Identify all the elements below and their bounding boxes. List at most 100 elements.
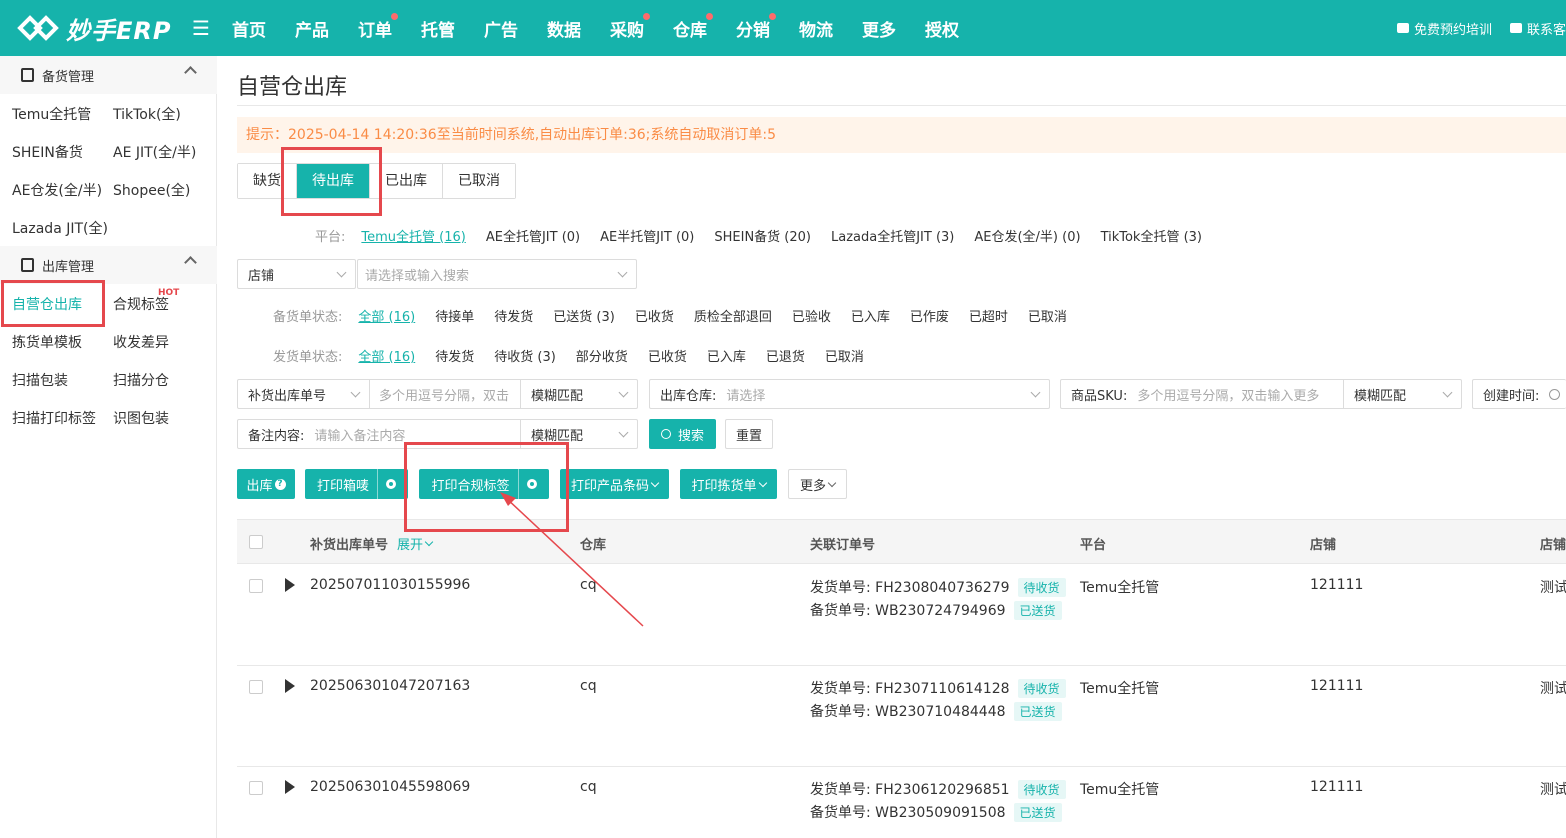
ship-order-link[interactable]: FH2308040736279 xyxy=(875,580,1009,596)
ship-status-option[interactable]: 待发货 xyxy=(435,346,474,365)
platform-option[interactable]: Lazada全托管JIT (3) xyxy=(831,226,954,245)
stock-status-option[interactable]: 已送货 (3) xyxy=(553,306,615,325)
ship-status-option[interactable]: 待收货 (3) xyxy=(494,346,556,365)
platform-option[interactable]: AE仓发(全/半) (0) xyxy=(974,226,1080,245)
chevron-down-icon xyxy=(350,387,361,397)
sidebar-item-scan-pack[interactable]: 扫描包装 xyxy=(12,370,68,390)
order-no-type-select[interactable]: 补货出库单号 xyxy=(238,380,369,408)
sidebar-group-stock[interactable]: 备货管理 xyxy=(0,56,217,94)
nav-item-more[interactable]: 更多 xyxy=(862,16,896,41)
top-bar: 妙手ERP ☰ 首页 产品 订单 托管 广告 数据 采购 仓库 分销 物流 更多… xyxy=(0,0,1566,56)
nav-item-home[interactable]: 首页 xyxy=(232,16,266,41)
platform-option[interactable]: SHEIN备货 (20) xyxy=(714,226,811,245)
stock-status-option[interactable]: 已超时 xyxy=(969,306,1008,325)
row-checkbox[interactable] xyxy=(249,680,263,694)
sidebar-item-image-pack[interactable]: 识图包装 xyxy=(113,408,169,428)
ship-order-link[interactable]: FH2306120296851 xyxy=(875,782,1009,798)
nav-item-purchase[interactable]: 采购 xyxy=(610,12,650,41)
nav-item-warehouse[interactable]: 仓库 xyxy=(673,12,713,41)
stock-status-option[interactable]: 已收货 xyxy=(635,306,674,325)
table-row[interactable]: 202506301045598069 cq 发货单号: FH2306120296… xyxy=(237,767,1566,838)
stock-status-option[interactable]: 待发货 xyxy=(494,306,533,325)
nav-item-authorize[interactable]: 授权 xyxy=(925,16,959,41)
chevron-down-icon xyxy=(618,427,629,437)
match-mode-select[interactable]: 模糊匹配 xyxy=(521,380,637,408)
sidebar-item-pick-template[interactable]: 拣货单模板 xyxy=(12,332,82,352)
nav-item-data[interactable]: 数据 xyxy=(547,16,581,41)
ship-status-option[interactable]: 全部 (16) xyxy=(358,346,415,365)
sidebar-item-ae-jit[interactable]: AE JIT(全/半) xyxy=(113,142,196,162)
stock-status-option[interactable]: 全部 (16) xyxy=(358,306,415,325)
sidebar-item-scan-print[interactable]: 扫描打印标签 xyxy=(12,408,96,428)
platform-option[interactable]: TikTok全托管 (3) xyxy=(1101,226,1202,245)
sku-match-select[interactable]: 模糊匹配 xyxy=(1344,380,1461,408)
sidebar-item-ae-warehouse[interactable]: AE仓发(全/半) xyxy=(12,180,102,200)
sidebar-item-lazada[interactable]: Lazada JIT(全) xyxy=(12,218,108,238)
training-link[interactable]: 免费预约培训 xyxy=(1396,19,1492,38)
tab-cancelled[interactable]: 已取消 xyxy=(443,164,515,198)
stock-status-option[interactable]: 已取消 xyxy=(1028,306,1067,325)
stock-status-option[interactable]: 待接单 xyxy=(435,306,474,325)
sku-input[interactable]: 商品SKU: 多个用逗号分隔，双击输入更多 xyxy=(1061,380,1343,408)
gear-icon[interactable] xyxy=(386,479,396,489)
stock-status-filter: 备货单状态: 全部 (16) 待接单 待发货 已送货 (3) 已收货 质检全部退… xyxy=(273,306,1087,325)
expand-toggle[interactable]: 展开 xyxy=(397,534,434,553)
expand-row-icon[interactable] xyxy=(285,578,295,592)
more-actions-button[interactable]: 更多 xyxy=(788,469,847,499)
ship-status-option[interactable]: 已收货 xyxy=(648,346,687,365)
table-row[interactable]: 202506301047207163 cq 发货单号: FH2307110614… xyxy=(237,666,1566,767)
sidebar-item-tiktok[interactable]: TikTok(全) xyxy=(113,104,181,124)
sidebar-item-temu[interactable]: Temu全托管 xyxy=(12,104,91,124)
table-row[interactable]: 202507011030155996 cq 发货单号: FH2308040736… xyxy=(237,565,1566,666)
ship-status-option[interactable]: 已入库 xyxy=(707,346,746,365)
nav-item-orders[interactable]: 订单 xyxy=(358,12,398,41)
ship-status-option[interactable]: 部分收货 xyxy=(576,346,628,365)
stock-status-option[interactable]: 已入库 xyxy=(851,306,890,325)
platform-option[interactable]: Temu全托管 (16) xyxy=(361,226,465,245)
chevron-down-icon xyxy=(424,537,434,547)
ship-status-option[interactable]: 已取消 xyxy=(825,346,864,365)
stock-status-option[interactable]: 已验收 xyxy=(792,306,831,325)
ship-status-option[interactable]: 已退货 xyxy=(766,346,805,365)
row-checkbox[interactable] xyxy=(249,781,263,795)
stock-order-link[interactable]: WB230509091508 xyxy=(875,805,1005,821)
sidebar-item-scan-split[interactable]: 扫描分仓 xyxy=(113,370,169,390)
sidebar-item-shein[interactable]: SHEIN备货 xyxy=(12,142,83,162)
platform-filter: 平台: Temu全托管 (16) AE全托管JIT (0) AE半托管JIT (… xyxy=(315,226,1222,245)
stock-status-option[interactable]: 已作废 xyxy=(910,306,949,325)
chevron-down-icon xyxy=(618,387,629,397)
expand-row-icon[interactable] xyxy=(285,679,295,693)
sidebar-item-shopee[interactable]: Shopee(全) xyxy=(113,180,190,200)
stock-status-option[interactable]: 质检全部退回 xyxy=(694,306,772,325)
ship-order-link[interactable]: FH2307110614128 xyxy=(875,681,1009,697)
stock-order-link[interactable]: WB230724794969 xyxy=(875,603,1005,619)
print-barcode-button[interactable]: 打印产品条码 xyxy=(560,469,669,499)
platform-option[interactable]: AE半托管JIT (0) xyxy=(600,226,694,245)
nav-item-distribution[interactable]: 分销 xyxy=(736,12,776,41)
logo[interactable]: 妙手ERP xyxy=(16,10,171,46)
print-box-label-button[interactable]: 打印箱唛 xyxy=(305,469,408,499)
expand-row-icon[interactable] xyxy=(285,780,295,794)
warehouse-select[interactable]: 出库仓库: 请选择 xyxy=(649,379,1050,409)
outbound-button[interactable]: 出库? xyxy=(237,469,295,499)
platform-option[interactable]: AE全托管JIT (0) xyxy=(486,226,580,245)
nav-item-products[interactable]: 产品 xyxy=(295,16,329,41)
nav-item-ads[interactable]: 广告 xyxy=(484,16,518,41)
divider xyxy=(237,105,1566,106)
nav-item-logistics[interactable]: 物流 xyxy=(799,16,833,41)
nav-item-managed[interactable]: 托管 xyxy=(421,16,455,41)
row-checkbox[interactable] xyxy=(249,579,263,593)
sidebar-group-outbound[interactable]: 出库管理 xyxy=(0,246,217,284)
stock-order-link[interactable]: WB230710484448 xyxy=(875,704,1005,720)
select-all-checkbox[interactable] xyxy=(249,535,263,549)
created-time-picker[interactable]: 创建时间: xyxy=(1472,379,1566,409)
sidebar-item-diff[interactable]: 收发差异 xyxy=(113,332,169,352)
store-search-input[interactable]: 请选择或输入搜索 xyxy=(357,259,637,289)
order-no-input[interactable]: 多个用逗号分隔，双击 xyxy=(370,380,520,408)
contact-link[interactable]: 联系客 xyxy=(1509,19,1566,38)
reset-button[interactable]: 重置 xyxy=(725,419,773,449)
menu-toggle-icon[interactable]: ☰ xyxy=(192,18,210,38)
store-select[interactable]: 店铺 xyxy=(237,259,356,289)
search-button[interactable]: 搜索 xyxy=(649,419,716,449)
print-pick-list-button[interactable]: 打印拣货单 xyxy=(680,469,777,499)
